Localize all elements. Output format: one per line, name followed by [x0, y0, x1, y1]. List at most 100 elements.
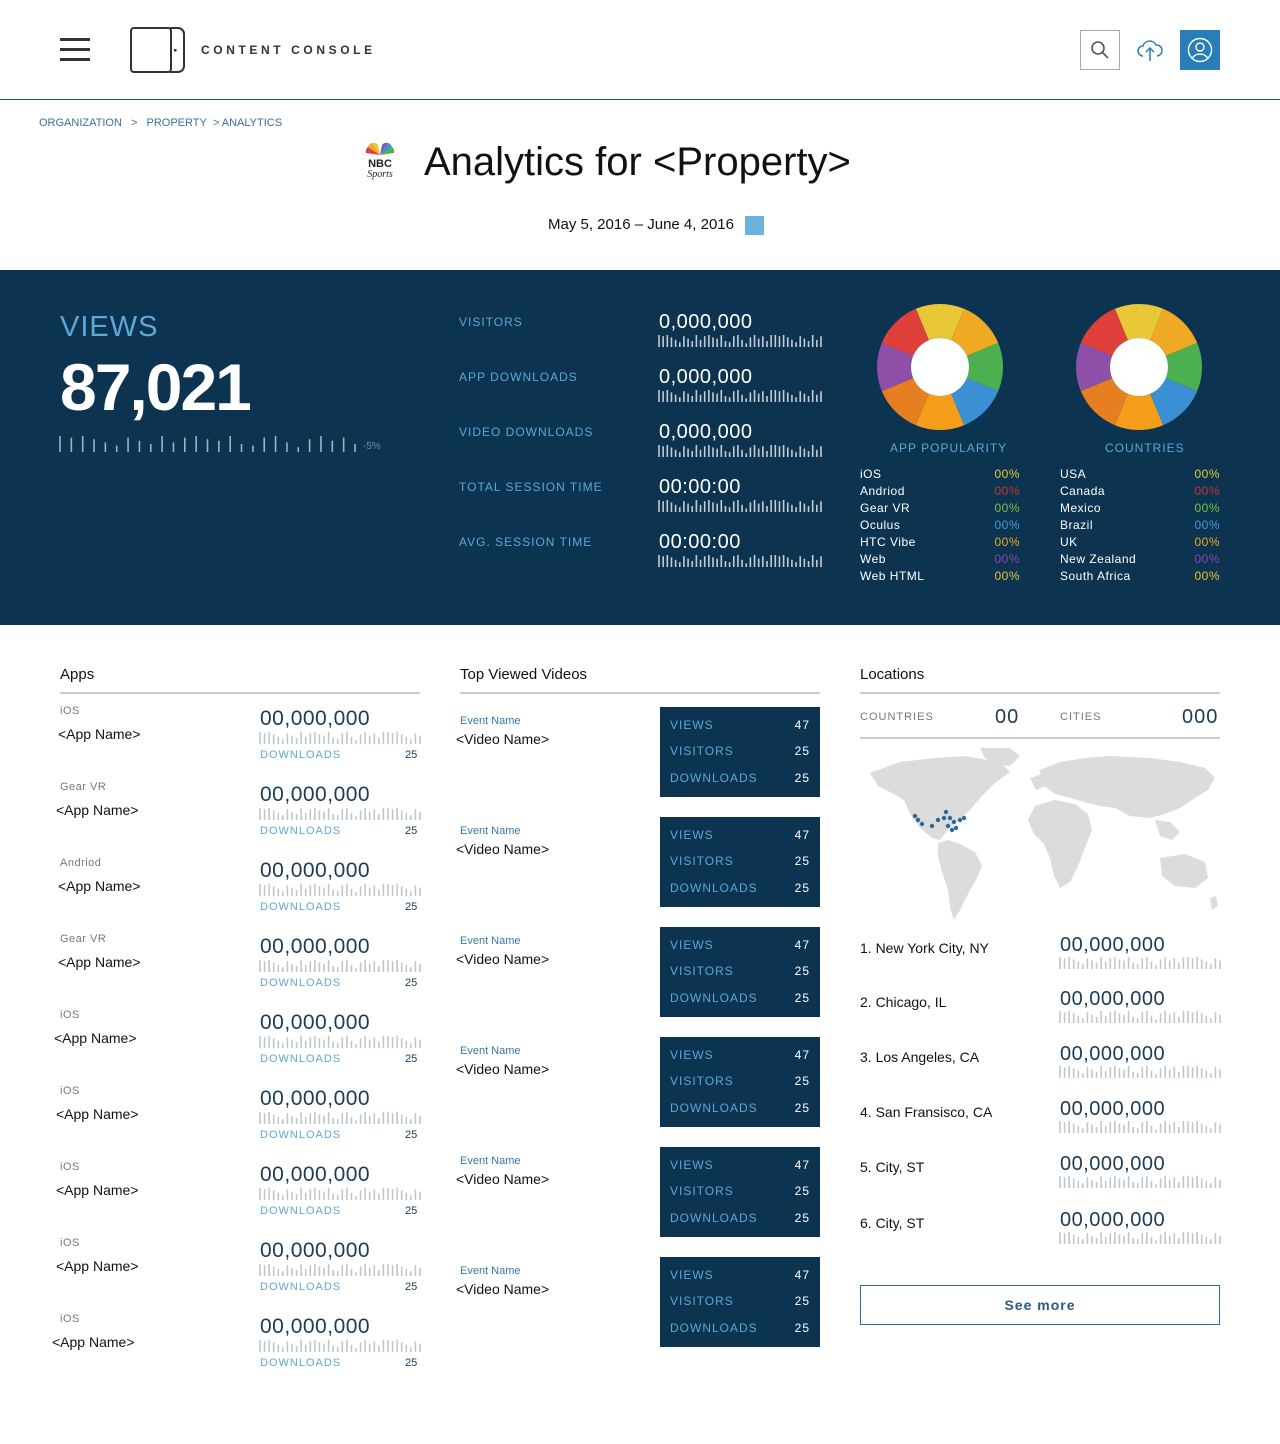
countries-row: USA 00%	[1060, 467, 1220, 484]
app-sparkline	[259, 1264, 421, 1276]
video-stat-visitors: VISITORS 25	[670, 1074, 810, 1088]
video-stat-label: VIEWS	[670, 938, 714, 952]
breadcrumb-property[interactable]: PROPERTY	[146, 117, 206, 129]
city-name[interactable]: 2. Chicago, IL	[860, 994, 946, 1010]
countries-pct: 00%	[1194, 501, 1220, 515]
search-icon	[1091, 41, 1109, 59]
video-name[interactable]: <Video Name>	[456, 841, 549, 857]
map-location-dot[interactable]	[945, 823, 951, 829]
map-location-dot[interactable]	[919, 821, 925, 827]
video-stat-label: VISITORS	[670, 1294, 734, 1308]
video-stat-value: 47	[794, 828, 810, 842]
app_popularity-name: HTC Vibe	[860, 535, 916, 549]
event-name-label: Event Name	[460, 1045, 521, 1057]
countries-row: South Africa 00%	[1060, 569, 1220, 586]
app-name[interactable]: <App Name>	[58, 954, 141, 970]
video-stat-value: 25	[794, 1074, 810, 1088]
app-value: 00,000,000	[260, 1011, 371, 1034]
downloads-count: 25	[405, 749, 418, 761]
city-name[interactable]: 3. Los Angeles, CA	[860, 1049, 979, 1065]
city-name[interactable]: 4. San Fransisco, CA	[860, 1104, 992, 1120]
map-location-dot[interactable]	[957, 817, 963, 823]
app-name[interactable]: <App Name>	[58, 726, 141, 742]
video-stat-views: VIEWS 47	[670, 828, 810, 842]
map-location-dot[interactable]	[915, 817, 921, 823]
app-name[interactable]: <App Name>	[56, 1258, 139, 1274]
map-location-dot[interactable]	[941, 815, 947, 821]
downloads-count: 25	[405, 1129, 418, 1141]
app-name[interactable]: <App Name>	[56, 1182, 139, 1198]
upload-button[interactable]	[1130, 30, 1170, 70]
hamburger-menu-icon[interactable]	[60, 38, 90, 62]
downloads-count: 25	[405, 1281, 418, 1293]
video-name[interactable]: <Video Name>	[456, 731, 549, 747]
city-value: 00,000,000	[1060, 988, 1166, 1010]
map-location-dot[interactable]	[912, 813, 918, 819]
countries-name: Brazil	[1060, 518, 1094, 532]
video-stat-label: VIEWS	[670, 1048, 714, 1062]
map-location-dot[interactable]	[949, 827, 955, 833]
city-sparkline	[1059, 1011, 1221, 1023]
app-name[interactable]: <App Name>	[56, 802, 139, 818]
map-location-dot[interactable]	[929, 823, 935, 829]
views-value: 87,021	[60, 350, 252, 424]
map-location-dot[interactable]	[951, 819, 957, 825]
video-name[interactable]: <Video Name>	[456, 1061, 549, 1077]
locations-title: Locations	[860, 666, 925, 683]
downloads-label: DOWNLOADS	[260, 1053, 342, 1065]
video-stat-visitors: VISITORS 25	[670, 1184, 810, 1198]
map-location-dot[interactable]	[953, 825, 959, 831]
brand-name: CONTENT CONSOLE	[201, 43, 376, 57]
app-name[interactable]: <App Name>	[52, 1334, 135, 1350]
countries-donut	[1076, 304, 1202, 430]
metric-value-avg-session: 00:00:00	[659, 531, 741, 553]
video-stat-downloads: DOWNLOADS 25	[670, 991, 810, 1005]
breadcrumb-analytics[interactable]: > ANALYTICS	[213, 117, 282, 129]
city-value: 00,000,000	[1060, 1153, 1166, 1175]
breadcrumb-organization[interactable]: ORGANIZATION	[39, 117, 122, 129]
countries-name: USA	[1060, 467, 1087, 481]
map-location-dot[interactable]	[935, 817, 941, 823]
video-name[interactable]: <Video Name>	[456, 951, 549, 967]
see-more-button[interactable]: See more	[860, 1285, 1220, 1325]
city-name[interactable]: 6. City, ST	[860, 1215, 924, 1231]
video-name[interactable]: <Video Name>	[456, 1281, 549, 1297]
video-stats-box: VIEWS 47 VISITORS 25 DOWNLOADS 25	[660, 1037, 820, 1127]
videos-title: Top Viewed Videos	[460, 666, 588, 683]
app_popularity-pct: 00%	[994, 552, 1020, 566]
app_popularity-pct: 00%	[994, 518, 1020, 532]
map-location-dot[interactable]	[961, 815, 967, 821]
city-name[interactable]: 5. City, ST	[860, 1159, 924, 1175]
app-popularity-list: iOS 00% Andriod 00% Gear VR 00% Oculus 00% HTC V…	[860, 467, 1020, 586]
downloads-label: DOWNLOADS	[260, 901, 342, 913]
countries-name: New Zealand	[1060, 552, 1137, 566]
app-name[interactable]: <App Name>	[54, 1030, 137, 1046]
metric-label-app-downloads: APP DOWNLOADS	[459, 370, 578, 384]
city-name[interactable]: 1. New York City, NY	[860, 940, 989, 956]
video-stat-value: 25	[794, 744, 810, 758]
video-stat-visitors: VISITORS 25	[670, 1294, 810, 1308]
metric-value-total-session: 00:00:00	[659, 476, 741, 498]
nbc-sports-logo: NBC Sports	[365, 142, 395, 180]
video-stat-label: VIEWS	[670, 1158, 714, 1172]
video-stat-value: 25	[794, 991, 810, 1005]
map-location-dot[interactable]	[943, 809, 949, 815]
app-platform: Gear VR	[60, 781, 107, 793]
app-value: 00,000,000	[260, 1239, 371, 1262]
countries-list: USA 00% Canada 00% Mexico 00% Brazil 00% UK 00% Ne…	[1060, 467, 1220, 586]
views-change: -5%	[363, 441, 381, 452]
app-name[interactable]: <App Name>	[56, 1106, 139, 1122]
search-button[interactable]	[1080, 30, 1120, 70]
video-stat-label: DOWNLOADS	[670, 1321, 758, 1335]
app-name[interactable]: <App Name>	[58, 878, 141, 894]
date-picker-button[interactable]	[745, 216, 764, 235]
app_popularity-row: HTC Vibe 00%	[860, 535, 1020, 552]
map-location-dot[interactable]	[947, 815, 953, 821]
video-stat-views: VIEWS 47	[670, 1268, 810, 1282]
video-stat-label: DOWNLOADS	[670, 1101, 758, 1115]
video-stat-visitors: VISITORS 25	[670, 744, 810, 758]
metric-label-total-session: TOTAL SESSION TIME	[459, 480, 603, 494]
video-stat-value: 47	[794, 938, 810, 952]
video-name[interactable]: <Video Name>	[456, 1171, 549, 1187]
user-account-button[interactable]	[1180, 30, 1220, 70]
